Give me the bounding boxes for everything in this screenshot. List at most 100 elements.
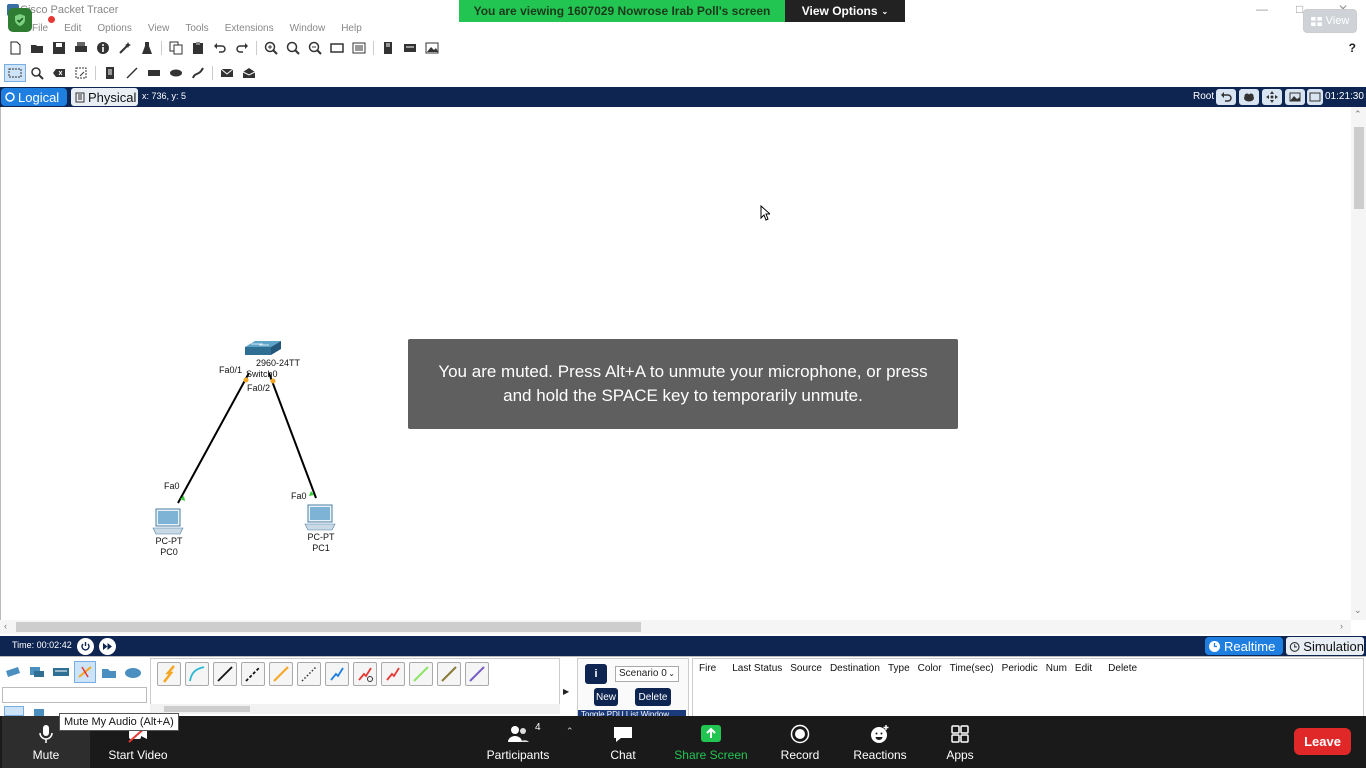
new-cluster-icon[interactable] [1239, 89, 1259, 105]
delete-icon[interactable] [48, 64, 70, 82]
menu-edit[interactable]: Edit [56, 22, 89, 36]
components-icon[interactable] [50, 661, 72, 683]
redo-icon[interactable] [231, 39, 253, 57]
share-screen-button[interactable]: Share Screen [672, 716, 750, 768]
phone-cable-icon[interactable] [297, 662, 321, 686]
activity-icon[interactable] [136, 39, 158, 57]
zoom-out-icon[interactable] [304, 39, 326, 57]
minimize-icon[interactable]: — [1256, 2, 1268, 16]
drawing-palette-icon[interactable] [326, 39, 348, 57]
rectangle-icon[interactable] [143, 64, 165, 82]
vertical-scroll-thumb[interactable] [1354, 127, 1364, 209]
menu-options[interactable]: Options [89, 22, 139, 36]
horizontal-scrollbar[interactable]: ‹ › [0, 620, 1351, 634]
scroll-right-icon[interactable]: › [1340, 621, 1343, 631]
octal-cable-icon[interactable] [409, 662, 433, 686]
menu-view[interactable]: View [140, 22, 178, 36]
menu-window[interactable]: Window [282, 22, 334, 36]
participants-button[interactable]: Participants [480, 716, 556, 768]
complex-pdu-icon[interactable] [238, 64, 260, 82]
serial-dte-icon[interactable] [381, 662, 405, 686]
copy-icon[interactable] [165, 39, 187, 57]
copper-straight-through-icon[interactable] [213, 662, 237, 686]
collapse-panel-icon[interactable]: ▶ [563, 687, 569, 696]
open-icon[interactable] [26, 39, 48, 57]
leave-button[interactable]: Leave [1294, 728, 1351, 755]
fast-forward-icon[interactable] [99, 638, 116, 655]
copper-cross-over-icon[interactable] [241, 662, 265, 686]
fiber-icon[interactable] [269, 662, 293, 686]
resize-icon[interactable] [70, 64, 92, 82]
help-button[interactable]: ? [1349, 41, 1356, 55]
connections-category-icon[interactable] [74, 661, 96, 683]
note-icon[interactable] [99, 64, 121, 82]
power-cycle-icon[interactable] [77, 638, 94, 655]
new-icon[interactable] [4, 39, 26, 57]
link-switch-pc1[interactable] [268, 372, 317, 499]
back-icon[interactable] [1216, 89, 1236, 105]
scroll-up-icon[interactable]: ⌃ [1354, 109, 1362, 120]
cluster-icon[interactable] [377, 39, 399, 57]
zoom-reset-icon[interactable] [282, 39, 304, 57]
vertical-scrollbar[interactable]: ⌃ ⌄ [1351, 107, 1366, 620]
multiuser-icon[interactable] [122, 661, 144, 683]
network-devices-icon[interactable] [2, 661, 24, 683]
set-background-icon[interactable] [1285, 89, 1305, 105]
device-template-icon[interactable] [399, 39, 421, 57]
end-devices-icon[interactable] [26, 661, 48, 683]
save-icon[interactable] [48, 39, 70, 57]
zoom-view-button[interactable]: View [1303, 9, 1357, 33]
scroll-left-icon[interactable]: ‹ [4, 621, 7, 631]
inspect-icon[interactable] [26, 64, 48, 82]
undo-icon[interactable] [209, 39, 231, 57]
device-search-input[interactable] [2, 687, 147, 703]
tab-logical[interactable]: Logical [1, 88, 67, 106]
participants-caret-icon[interactable]: ⌃ [566, 726, 574, 737]
pc1-icon[interactable] [304, 504, 336, 531]
serial-dce-icon[interactable] [353, 662, 377, 686]
freeform-icon[interactable] [187, 64, 209, 82]
wizard-icon[interactable] [114, 39, 136, 57]
simulation-mode-button[interactable]: Simulation [1286, 637, 1364, 655]
zoom-in-icon[interactable] [260, 39, 282, 57]
scenario-info-icon[interactable]: i [585, 664, 607, 684]
menu-help[interactable]: Help [333, 22, 370, 36]
horizontal-scroll-thumb[interactable] [16, 622, 641, 632]
new-scenario-button[interactable]: New [594, 688, 618, 706]
security-shield-icon[interactable] [8, 8, 32, 32]
image-icon[interactable] [421, 39, 443, 57]
apps-button[interactable]: Apps [934, 716, 986, 768]
auto-connection-icon[interactable] [4, 706, 24, 716]
viewport-icon[interactable] [1307, 89, 1323, 105]
menu-tools[interactable]: Tools [177, 22, 216, 36]
custom-device-icon[interactable] [348, 39, 370, 57]
reactions-button[interactable]: Reactions [846, 716, 914, 768]
auto-connect-cable-icon[interactable] [157, 662, 181, 686]
print-icon[interactable] [70, 39, 92, 57]
chat-button[interactable]: Chat [596, 716, 650, 768]
tab-physical[interactable]: Physical [71, 88, 138, 106]
select-icon[interactable] [4, 64, 26, 82]
line-icon[interactable] [121, 64, 143, 82]
console-cable-icon[interactable] [185, 662, 209, 686]
device-list-scrollbar[interactable] [150, 704, 560, 714]
scenario-select[interactable]: Scenario 0 ⌄ [615, 666, 679, 682]
paste-icon[interactable] [187, 39, 209, 57]
iot-custom-cable-icon[interactable] [437, 662, 461, 686]
menu-extensions[interactable]: Extensions [217, 22, 282, 36]
coaxial-cable-icon[interactable] [325, 662, 349, 686]
realtime-mode-button[interactable]: Realtime [1205, 637, 1283, 655]
scroll-down-icon[interactable]: ⌄ [1354, 605, 1362, 616]
switch0-icon[interactable] [245, 341, 281, 355]
simple-pdu-icon[interactable] [216, 64, 238, 82]
ellipse-icon[interactable] [165, 64, 187, 82]
usb-cable-icon[interactable] [465, 662, 489, 686]
device-list-scroll-thumb[interactable] [164, 706, 250, 712]
miscellaneous-icon[interactable] [98, 661, 120, 683]
move-object-icon[interactable] [1262, 89, 1282, 105]
record-button[interactable]: Record [773, 716, 827, 768]
info-icon[interactable] [92, 39, 114, 57]
view-options-button[interactable]: View Options ⌄ [785, 0, 905, 22]
delete-scenario-button[interactable]: Delete [635, 688, 671, 706]
pc0-icon[interactable] [152, 508, 184, 535]
